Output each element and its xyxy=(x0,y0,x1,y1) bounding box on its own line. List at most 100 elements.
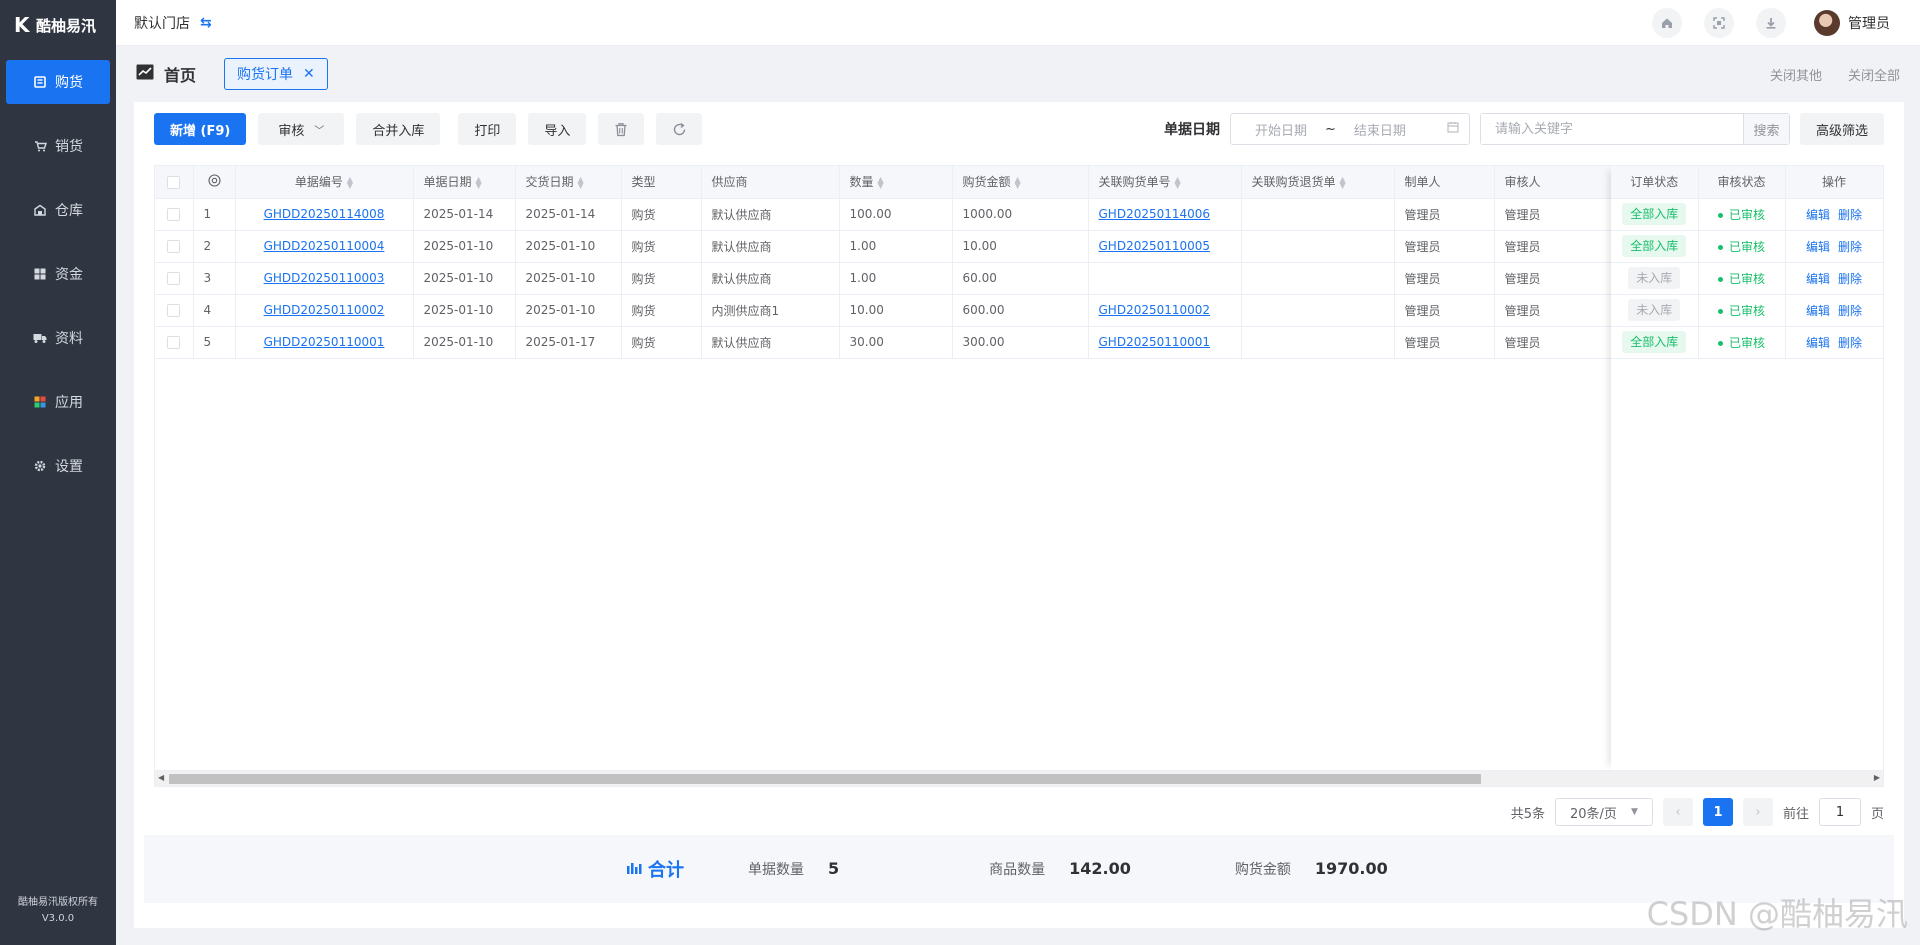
column-settings-icon[interactable] xyxy=(193,166,236,199)
close-others-button[interactable]: 关闭其他 xyxy=(1770,65,1822,84)
row-checkbox[interactable] xyxy=(155,326,194,359)
col-audit-status: 审核状态 xyxy=(1698,166,1786,199)
table-row[interactable]: 全部入库 已审核 编辑 删除 xyxy=(1611,198,1883,231)
date-range-picker[interactable]: 开始日期 ~ 结束日期 xyxy=(1229,113,1470,145)
order-no-link[interactable]: GHDD20250110001 xyxy=(264,335,385,349)
related-purchase-link[interactable]: GHD20250110002 xyxy=(1099,303,1211,317)
search-input[interactable] xyxy=(1480,114,1743,144)
cell-operations: 编辑 删除 xyxy=(1785,198,1883,231)
col-amount[interactable]: 购货金额 ▲ ▼ xyxy=(952,166,1089,199)
sort-icon[interactable]: ▲ ▼ xyxy=(1175,175,1181,189)
sort-icon[interactable]: ▲ ▼ xyxy=(347,175,353,189)
cart-icon xyxy=(33,75,47,89)
row-checkbox[interactable] xyxy=(155,198,194,231)
sort-icon[interactable]: ▲ ▼ xyxy=(878,175,884,189)
edit-button[interactable]: 编辑 xyxy=(1806,208,1830,222)
download-icon[interactable] xyxy=(1756,7,1786,38)
start-date-placeholder[interactable]: 开始日期 xyxy=(1255,120,1307,139)
related-purchase-link[interactable]: GHD20250114006 xyxy=(1099,207,1211,221)
col-order-date[interactable]: 单据日期 ▲ ▼ xyxy=(413,166,516,199)
sidebar-item-data[interactable]: 资料 xyxy=(6,316,110,360)
row-checkbox[interactable] xyxy=(155,294,194,327)
sort-icon[interactable]: ▲ ▼ xyxy=(578,175,584,189)
table-row[interactable]: 全部入库 已审核 编辑 删除 xyxy=(1611,230,1883,263)
order-no-link[interactable]: GHDD20250110002 xyxy=(264,303,385,317)
col-qty[interactable]: 数量 ▲ ▼ xyxy=(839,166,953,199)
sidebar-item-sales[interactable]: 销货 xyxy=(6,124,110,168)
tab-home[interactable]: 首页 xyxy=(136,62,196,86)
refresh-icon[interactable] xyxy=(656,113,703,145)
add-button[interactable]: 新增 (F9) xyxy=(154,113,247,145)
col-related-purchase[interactable]: 关联购货单号 ▲ ▼ xyxy=(1088,166,1242,199)
cell-supplier: 内测供应商1 xyxy=(701,294,840,327)
order-no-link[interactable]: GHDD20250110004 xyxy=(264,239,385,253)
sidebar-item-warehouse[interactable]: 仓库 xyxy=(6,188,110,232)
delete-button[interactable]: 删除 xyxy=(1838,336,1862,350)
cell-order-no: GHDD20250110003 xyxy=(235,262,414,295)
page-number-current[interactable]: 1 xyxy=(1702,798,1733,826)
merge-stockin-button[interactable]: 合并入库 xyxy=(356,113,441,145)
delete-button[interactable]: 删除 xyxy=(1838,240,1862,254)
cell-related-purchase: GHD20250110005 xyxy=(1088,230,1242,263)
sidebar-nav: 购货 销货 仓库 资金 资料 应用 设置 xyxy=(0,60,116,488)
scroll-right-icon[interactable]: ▶ xyxy=(1874,773,1880,782)
user-menu[interactable]: 管理员 xyxy=(1814,9,1890,36)
cell-creator: 管理员 xyxy=(1394,198,1495,231)
order-no-link[interactable]: GHDD20250114008 xyxy=(264,207,385,221)
edit-button[interactable]: 编辑 xyxy=(1806,272,1830,286)
top-header: 默认门店 ⇆ 管理员 xyxy=(116,0,1920,46)
scrollbar-thumb[interactable] xyxy=(169,774,1481,784)
import-button[interactable]: 导入 xyxy=(528,113,587,145)
order-no-link[interactable]: GHDD20250110003 xyxy=(264,271,385,285)
col-related-return[interactable]: 关联购货退货单 ▲ ▼ xyxy=(1241,166,1395,199)
scroll-left-icon[interactable]: ◀ xyxy=(158,773,164,782)
store-switcher[interactable]: 默认门店 ⇆ xyxy=(134,13,212,33)
related-purchase-link[interactable]: GHD20250110005 xyxy=(1099,239,1211,253)
edit-button[interactable]: 编辑 xyxy=(1806,240,1830,254)
col-delivery-date[interactable]: 交货日期 ▲ ▼ xyxy=(515,166,622,199)
search-button[interactable]: 搜索 xyxy=(1742,114,1789,144)
table-row[interactable]: 全部入库 已审核 编辑 删除 xyxy=(1611,326,1883,359)
table-row[interactable]: 未入库 已审核 编辑 删除 xyxy=(1611,262,1883,295)
cell-order-no: GHDD20250110004 xyxy=(235,230,414,263)
col-order-no[interactable]: 单据编号 ▲ ▼ xyxy=(235,166,414,199)
sidebar-item-funds[interactable]: 资金 xyxy=(6,252,110,296)
delete-button[interactable]: 删除 xyxy=(1838,272,1862,286)
fullscreen-icon[interactable] xyxy=(1704,7,1734,38)
home-icon[interactable] xyxy=(1652,7,1682,38)
prev-page-button[interactable]: ‹ xyxy=(1662,798,1693,826)
delete-button[interactable]: 删除 xyxy=(1838,208,1862,222)
cell-audit-status: 已审核 xyxy=(1698,294,1786,327)
close-icon[interactable]: ✕ xyxy=(303,66,315,82)
page-size-select[interactable]: 20条/页 ▼ xyxy=(1554,798,1653,826)
advanced-filter-button[interactable]: 高级筛选 xyxy=(1799,113,1884,145)
col-label: 关联购货退货单 xyxy=(1251,175,1336,190)
select-all-checkbox[interactable] xyxy=(155,166,194,199)
edit-button[interactable]: 编辑 xyxy=(1806,336,1830,350)
goto-page-input[interactable]: 1 xyxy=(1818,798,1861,826)
row-checkbox[interactable] xyxy=(155,230,194,263)
sidebar-item-purchase[interactable]: 购货 xyxy=(6,60,110,104)
sort-icon[interactable]: ▲ ▼ xyxy=(1015,175,1021,189)
sidebar-item-apps[interactable]: 应用 xyxy=(6,380,110,424)
table-row[interactable]: 未入库 已审核 编辑 删除 xyxy=(1611,294,1883,327)
delete-button[interactable]: 删除 xyxy=(1838,304,1862,318)
cell-delivery-date: 2025-01-10 xyxy=(515,294,622,327)
next-page-button[interactable]: › xyxy=(1742,798,1773,826)
swap-icon[interactable]: ⇆ xyxy=(200,15,212,31)
sidebar-item-settings[interactable]: 设置 xyxy=(6,444,110,488)
delete-icon[interactable] xyxy=(598,113,645,145)
sort-icon[interactable]: ▲ ▼ xyxy=(476,175,482,189)
edit-button[interactable]: 编辑 xyxy=(1806,304,1830,318)
end-date-placeholder[interactable]: 结束日期 xyxy=(1354,120,1406,139)
search-box: 搜索 xyxy=(1479,113,1790,145)
horizontal-scrollbar[interactable]: ◀ ▶ xyxy=(155,770,1883,786)
tab-purchase-order[interactable]: 购货订单 ✕ xyxy=(224,58,328,90)
page-unit: 页 xyxy=(1870,806,1884,822)
related-purchase-link[interactable]: GHD20250110001 xyxy=(1099,335,1211,349)
close-all-button[interactable]: 关闭全部 xyxy=(1848,65,1900,84)
row-checkbox[interactable] xyxy=(155,262,194,295)
sort-icon[interactable]: ▲ ▼ xyxy=(1340,175,1346,189)
audit-dropdown[interactable]: 审核 ﹀ xyxy=(258,113,345,145)
print-button[interactable]: 打印 xyxy=(458,113,517,145)
